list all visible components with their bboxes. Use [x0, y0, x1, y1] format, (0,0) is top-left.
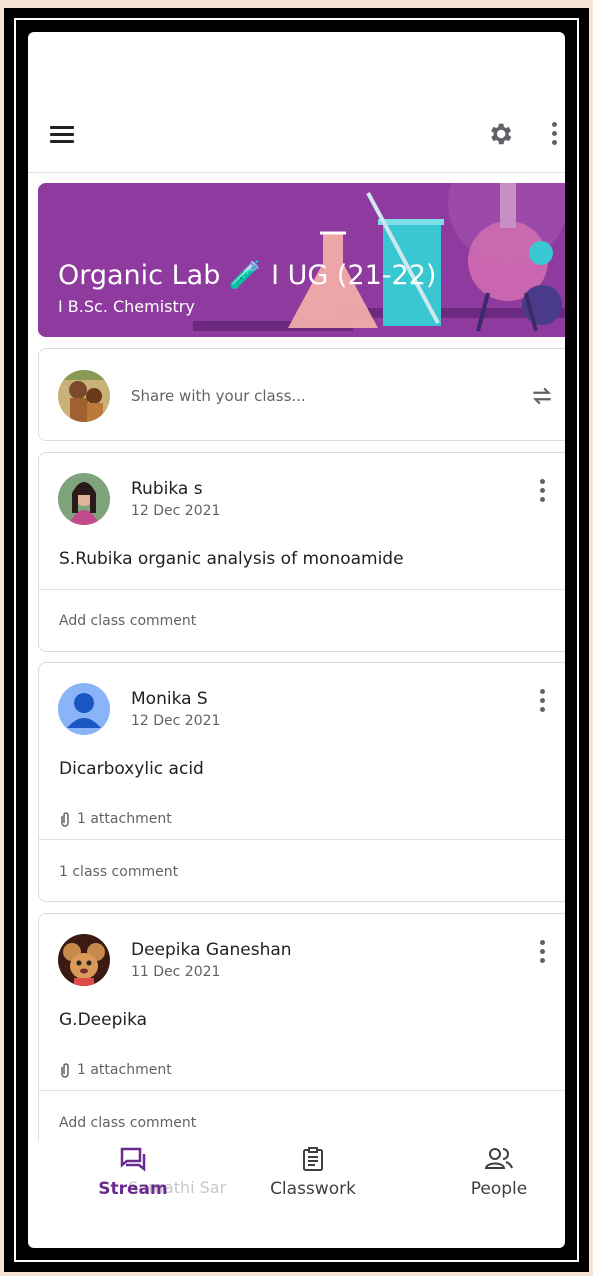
- author-avatar: [58, 934, 110, 986]
- attachment-count: 1 attachment: [77, 811, 172, 827]
- share-card[interactable]: Share with your class...: [38, 348, 565, 441]
- attachment-row[interactable]: 1 attachment: [59, 1062, 172, 1078]
- hamburger-menu-icon[interactable]: [50, 126, 74, 144]
- paperclip-icon: [61, 1063, 69, 1078]
- classwork-icon: [303, 1147, 323, 1171]
- repost-icon[interactable]: [529, 383, 555, 409]
- stream-icon: [120, 1147, 146, 1172]
- post-body: S.Rubika organic analysis of monoamide: [59, 549, 404, 569]
- post-more-icon[interactable]: [537, 689, 547, 715]
- post-date: 12 Dec 2021: [131, 503, 221, 519]
- phone-screen: Organic Lab 🧪 I UG (21-22) I B.Sc. Chemi…: [28, 32, 565, 1248]
- tab-people-label: People: [470, 1179, 528, 1199]
- tab-stream[interactable]: Stream: [88, 1146, 178, 1199]
- class-banner[interactable]: Organic Lab 🧪 I UG (21-22) I B.Sc. Chemi…: [38, 183, 565, 337]
- post-date: 12 Dec 2021: [131, 713, 221, 729]
- author-avatar: [58, 473, 110, 525]
- add-comment-link[interactable]: Add class comment: [59, 613, 196, 629]
- tab-stream-label: Stream: [98, 1179, 168, 1199]
- people-icon: [484, 1148, 513, 1169]
- photo-frame: Organic Lab 🧪 I UG (21-22) I B.Sc. Chemi…: [4, 8, 589, 1272]
- class-section: I B.Sc. Chemistry: [58, 297, 195, 316]
- tab-classwork[interactable]: Classwork: [258, 1146, 368, 1199]
- user-avatar: [58, 370, 110, 422]
- post-card[interactable]: Deepika Ganeshan 11 Dec 2021 G.Deepika 1…: [38, 913, 565, 1153]
- class-comment-link[interactable]: 1 class comment: [59, 864, 178, 880]
- post-divider: [39, 1090, 565, 1091]
- post-body: Dicarboxylic acid: [59, 759, 204, 779]
- tab-people[interactable]: People: [454, 1146, 544, 1199]
- top-app-bar: [28, 92, 565, 172]
- top-divider: [28, 172, 565, 173]
- post-card[interactable]: Monika S 12 Dec 2021 Dicarboxylic acid 1…: [38, 662, 565, 902]
- paperclip-icon: [61, 812, 69, 827]
- post-author: Monika S: [131, 689, 208, 709]
- post-divider: [39, 589, 565, 590]
- post-date: 11 Dec 2021: [131, 964, 221, 980]
- post-body: G.Deepika: [59, 1010, 148, 1030]
- bottom-navigation: Sumathi Sar Stream Classwork People: [28, 1140, 565, 1220]
- post-author: Deepika Ganeshan: [131, 940, 292, 960]
- post-author: Rubika s: [131, 479, 203, 499]
- share-placeholder[interactable]: Share with your class...: [131, 387, 306, 405]
- attachment-row[interactable]: 1 attachment: [59, 811, 172, 827]
- more-vert-icon[interactable]: [550, 122, 558, 148]
- add-comment-link[interactable]: Add class comment: [59, 1115, 196, 1131]
- frame-border: Organic Lab 🧪 I UG (21-22) I B.Sc. Chemi…: [14, 18, 579, 1262]
- gear-icon[interactable]: [486, 120, 514, 148]
- post-card[interactable]: Rubika s 12 Dec 2021 S.Rubika organic an…: [38, 452, 565, 652]
- tab-classwork-label: Classwork: [270, 1179, 356, 1199]
- attachment-count: 1 attachment: [77, 1062, 172, 1078]
- author-avatar: [58, 683, 110, 735]
- class-title: Organic Lab 🧪 I UG (21-22): [58, 260, 437, 291]
- post-more-icon[interactable]: [537, 479, 547, 505]
- post-more-icon[interactable]: [537, 940, 547, 966]
- post-divider: [39, 839, 565, 840]
